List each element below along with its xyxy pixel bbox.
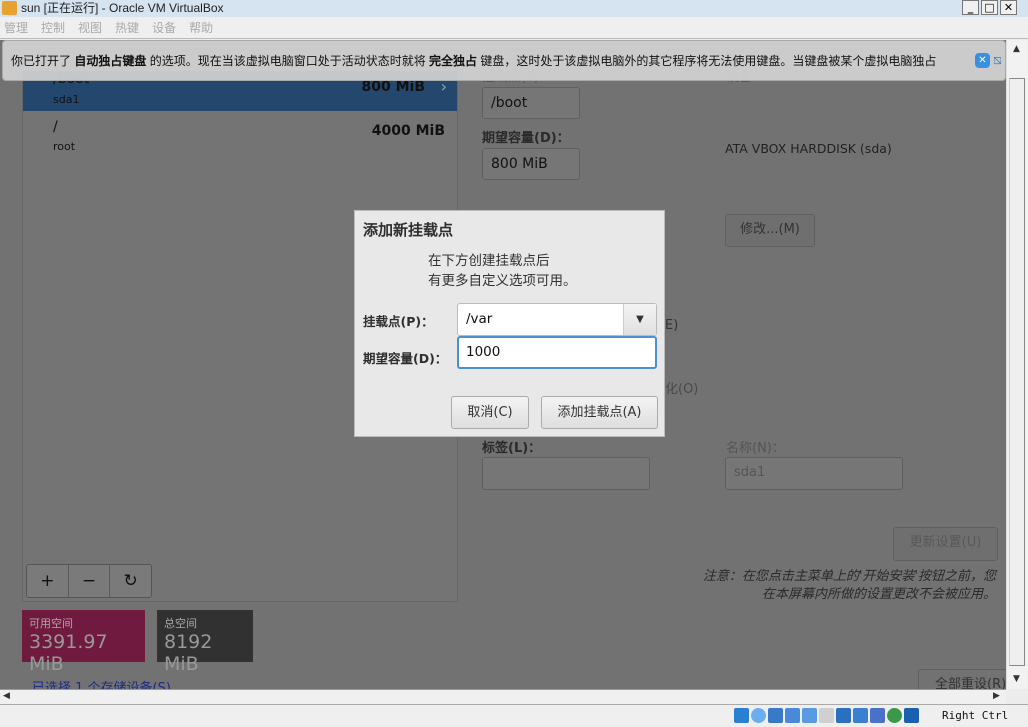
vertical-scrollbar[interactable]: ▲ ▼ <box>1006 40 1028 689</box>
total-space-value: 8192 MiB <box>164 631 213 675</box>
scroll-left-arrow-icon[interactable]: ◀ <box>3 691 10 701</box>
available-space-box: 可用空间 3391.97 MiB <box>22 610 145 675</box>
virtualbox-app-icon <box>2 1 17 15</box>
total-space-label: 总空间 <box>164 617 197 630</box>
shared-folder-icon[interactable] <box>819 708 834 723</box>
display-icon[interactable] <box>836 708 851 723</box>
mount-size: 800 MiB <box>361 79 426 95</box>
add-mount-point-dialog: 添加新挂载点 在下方创建挂载点后 有更多自定义选项可用。 挂载点(P)： /va… <box>354 210 665 437</box>
notice-dont-show-icon[interactable]: ⧅ <box>993 53 1009 68</box>
status-icons <box>734 708 919 723</box>
mount-device: root <box>53 140 76 153</box>
minimize-button[interactable]: _ <box>962 0 979 15</box>
cancel-button[interactable]: 取消(C) <box>451 396 529 429</box>
scroll-up-arrow-icon[interactable]: ▲ <box>1013 44 1020 54</box>
mount-size: 4000 MiB <box>371 123 445 139</box>
tag-field[interactable] <box>482 457 650 490</box>
dialog-desc-line: 有更多自定义选项可用。 <box>428 273 577 289</box>
virtualization-icon[interactable] <box>870 708 885 723</box>
menu-item-view[interactable]: 视图 <box>78 17 102 39</box>
notice-text-part: 你已打开了 <box>11 54 75 68</box>
usb-icon[interactable] <box>802 708 817 723</box>
note-line: 注意：在您点击主菜单上的'开始安装'按钮之前，您 <box>702 569 996 584</box>
audio-icon[interactable] <box>768 708 783 723</box>
chevron-down-icon[interactable]: ▼ <box>623 304 656 335</box>
desired-capacity-input[interactable]: 1000 <box>457 336 657 369</box>
notice-close-icon[interactable]: ✕ <box>975 53 990 68</box>
dialog-description: 在下方创建挂载点后 有更多自定义选项可用。 <box>428 251 577 291</box>
tag-label: 标签(L)： <box>482 441 542 456</box>
horizontal-scrollbar[interactable]: ◀ ▶ <box>0 689 1006 704</box>
total-space-box: 总空间 8192 MiB <box>157 610 253 675</box>
maximize-button[interactable]: □ <box>981 0 998 15</box>
add-mount-button[interactable]: + <box>27 565 69 597</box>
mount-point-combo-value[interactable]: /var <box>466 311 492 327</box>
status-bar: Right Ctrl <box>0 704 1028 727</box>
notice-text: 你已打开了 自动独占键盘 的选项。现在当该虚拟电脑窗口处于活动状态时就将 完全独… <box>11 52 936 69</box>
device-value: ATA VBOX HARDDISK (sda) <box>725 141 892 156</box>
partial-option-label: E) <box>665 318 679 333</box>
refresh-button[interactable]: ↻ <box>110 565 151 597</box>
scroll-down-arrow-icon[interactable]: ▼ <box>1013 674 1020 684</box>
selected-devices-link[interactable]: 已选择 1 个存储设备(S) <box>32 677 171 689</box>
scroll-right-arrow-icon[interactable]: ▶ <box>993 691 1000 701</box>
notice-text-part: 键盘，这时处于该虚拟电脑外的其它程序将无法使用键盘。当键盘被某个虚拟电脑独占 <box>477 54 937 68</box>
title-bar: sun [正在运行] - Oracle VM VirtualBox _ □ ✕ <box>0 0 1028 17</box>
mount-point-name: / <box>53 119 58 135</box>
hdd-icon[interactable] <box>734 708 749 723</box>
available-space-label: 可用空间 <box>29 617 73 630</box>
close-button[interactable]: ✕ <box>1000 0 1017 15</box>
name-label: 名称(N)： <box>726 441 785 456</box>
modify-device-button[interactable]: 修改...(M) <box>725 214 815 247</box>
mount-point-combobox[interactable]: /var ▼ <box>457 303 657 336</box>
vertical-scroll-thumb[interactable] <box>1009 78 1025 666</box>
partial-reformat-label: 化(O) <box>665 382 699 397</box>
dialog-title: 添加新挂载点 <box>363 221 454 239</box>
menu-item-manage[interactable]: 管理 <box>4 17 28 39</box>
menu-item-hotkeys[interactable]: 热键 <box>115 17 139 39</box>
update-settings-button[interactable]: 更新设置(U) <box>893 527 998 561</box>
menu-item-control[interactable]: 控制 <box>41 17 65 39</box>
remove-mount-button[interactable]: − <box>69 565 111 597</box>
reset-all-button[interactable]: 全部重设(R) <box>918 669 1006 689</box>
mount-device: sda1 <box>53 93 80 106</box>
keyboard-capture-notice: 你已打开了 自动独占键盘 的选项。现在当该虚拟电脑窗口处于活动状态时就将 完全独… <box>2 40 1006 81</box>
keyboard-capture-icon[interactable] <box>904 708 919 723</box>
notice-text-part: 的选项。现在当该虚拟电脑窗口处于活动状态时就将 <box>146 54 430 68</box>
capacity-label: 期望容量(D)： <box>482 131 570 146</box>
menu-bar: 管理 控制 视图 热键 设备 帮助 <box>0 17 1028 39</box>
menu-item-help[interactable]: 帮助 <box>189 17 213 39</box>
mount-point-field[interactable]: /boot <box>482 87 580 119</box>
window-title: sun [正在运行] - Oracle VM VirtualBox <box>21 1 224 15</box>
dialog-mount-label: 挂载点(P)： <box>363 314 434 329</box>
list-toolbar: + − ↻ <box>26 564 152 598</box>
menu-item-devices[interactable]: 设备 <box>152 17 176 39</box>
settings-note: 注意：在您点击主菜单上的'开始安装'按钮之前，您 在本屏幕内所做的设置更改不会被… <box>703 568 996 604</box>
host-key-label: Right Ctrl <box>942 709 1009 722</box>
notice-bold-full-capture: 完全独占 <box>429 54 478 68</box>
notice-bold-auto-capture: 自动独占键盘 <box>74 54 147 68</box>
mouse-integration-icon[interactable] <box>887 708 902 723</box>
optical-icon[interactable] <box>751 708 766 723</box>
capacity-field[interactable]: 800 MiB <box>482 148 580 180</box>
note-line: 在本屏幕内所做的设置更改不会被应用。 <box>761 587 996 602</box>
available-space-value: 3391.97 MiB <box>29 631 108 675</box>
dialog-capacity-label: 期望容量(D)： <box>363 351 448 366</box>
add-mount-point-button[interactable]: 添加挂载点(A) <box>541 396 658 429</box>
list-item-root[interactable]: / root 4000 MiB <box>23 113 457 155</box>
network-icon[interactable] <box>785 708 800 723</box>
dialog-desc-line: 在下方创建挂载点后 <box>428 253 550 269</box>
video-capture-icon[interactable] <box>853 708 868 723</box>
name-field[interactable]: sda1 <box>725 457 903 490</box>
